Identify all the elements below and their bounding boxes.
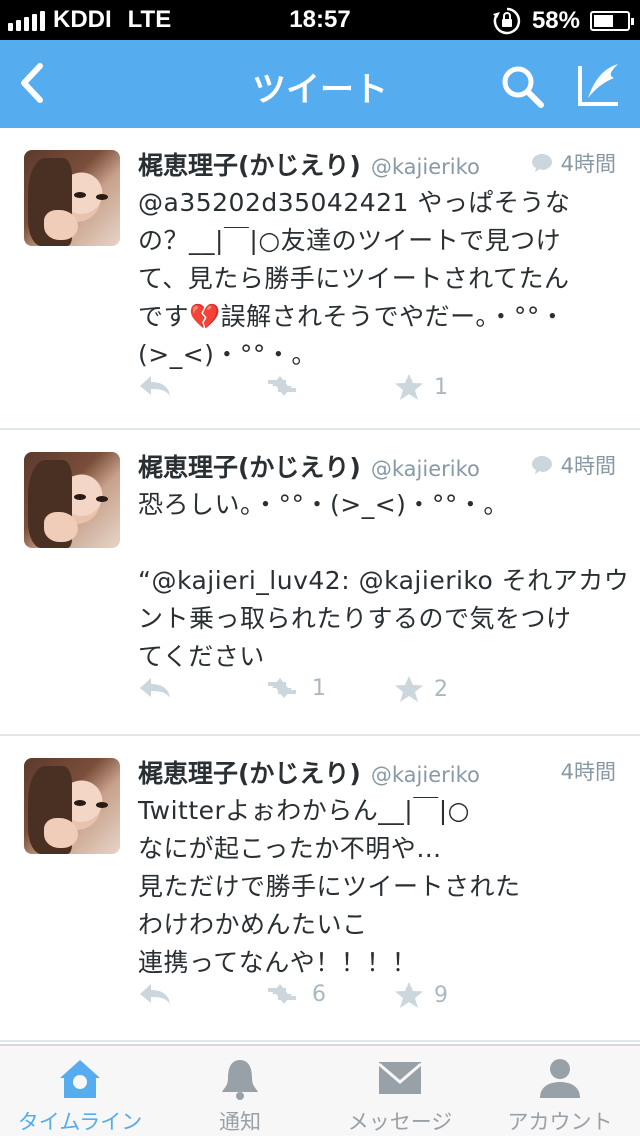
tab-bar: タイムライン 通知 メッセージ アカウント — [0, 1044, 640, 1136]
tweet-text-line — [138, 524, 618, 562]
timestamp: 4時間 — [560, 152, 616, 176]
tab-label: タイムライン — [17, 1110, 143, 1134]
avatar[interactable] — [24, 758, 120, 854]
star-icon — [395, 374, 423, 400]
reply-button[interactable] — [138, 980, 172, 1008]
author-handle[interactable]: @kajieriko — [371, 457, 480, 481]
favorite-button[interactable]: 9 — [394, 980, 448, 1010]
bell-icon — [222, 1060, 258, 1100]
tweet-actions: 1 — [138, 372, 618, 408]
search-icon — [502, 66, 544, 108]
compose-tweet-button[interactable] — [574, 60, 624, 110]
tweet-time: 4時間 — [531, 450, 616, 480]
home-icon — [60, 1060, 100, 1098]
tweet-header: 梶恵理子(かじえり) @kajieriko 4時間 — [138, 448, 616, 482]
retweet-button[interactable]: 6 — [262, 980, 326, 1008]
author-handle[interactable]: @kajieriko — [371, 763, 480, 787]
status-bar: KDDI LTE 18:57 58% — [0, 0, 640, 40]
reply-button[interactable] — [138, 372, 172, 400]
tab-label: メッセージ — [347, 1110, 453, 1134]
tweet-text-line: て、見たら勝手にツイートされてたん — [138, 264, 570, 293]
tab-timeline[interactable]: タイムライン — [0, 1046, 160, 1138]
retweet-icon — [268, 376, 296, 396]
tweet-text-line: @a35202d35042421 やっぱそうな — [138, 188, 571, 217]
tweet-text-line: 見ただけで勝手にツイートされた — [138, 872, 521, 901]
tweet-text-line: です💔誤解されそうでやだー。・°°・ — [138, 302, 566, 331]
author-name[interactable]: 梶恵理子(かじえり) — [138, 146, 361, 182]
favorite-count: 9 — [434, 982, 448, 1008]
favorite-count: 1 — [434, 374, 448, 400]
timestamp: 4時間 — [560, 454, 616, 478]
tab-notifications[interactable]: 通知 — [160, 1046, 320, 1138]
compose-icon — [578, 64, 618, 106]
author-name[interactable]: 梶恵理子(かじえり) — [138, 754, 361, 790]
author-handle[interactable]: @kajieriko — [371, 155, 480, 179]
tweet-actions: 1 2 — [138, 674, 618, 710]
chevron-left-icon — [21, 63, 43, 103]
conversation-icon — [531, 456, 552, 474]
tweet-header: 梶恵理子(かじえり) @kajieriko 4時間 — [138, 146, 616, 180]
retweet-icon — [268, 678, 296, 698]
conversation-icon — [531, 154, 552, 172]
tweet-header: 梶恵理子(かじえり) @kajieriko 4時間 — [138, 754, 616, 788]
star-icon — [395, 982, 423, 1008]
navigation-bar: ツイート — [0, 40, 640, 128]
tweet-text-line: の？__|￣|○友達のツイートで見つけ — [138, 226, 562, 255]
favorite-button[interactable]: 2 — [394, 674, 448, 704]
author-name[interactable]: 梶恵理子(かじえり) — [138, 448, 361, 484]
reply-icon — [140, 984, 170, 1004]
tweet-text-line: (>_<)・°°・。 — [138, 340, 317, 369]
tweet-time: 4時間 — [561, 756, 616, 786]
tweet-time: 4時間 — [531, 148, 616, 178]
battery-percent: 58% — [531, 7, 580, 34]
tweet[interactable]: 梶恵理子(かじえり) @kajieriko 4時間 恐ろしい。・°°・(>_<)… — [0, 430, 640, 736]
tweet-text-line: 恐ろしい。・°°・(>_<)・°°・。 — [138, 490, 509, 519]
tweet-text-line: 連携ってなんや！！！！ — [138, 948, 418, 977]
favorite-button[interactable]: 1 — [394, 372, 448, 402]
tweet-text-line: Twitterよぉわからん__|￣|○ — [138, 796, 470, 825]
retweet-count: 1 — [312, 675, 326, 701]
tweet[interactable]: 梶恵理子(かじえり) @kajieriko 4時間 Twitterよぉわからん_… — [0, 736, 640, 1042]
reply-button[interactable] — [138, 674, 172, 702]
tweet-text: 恐ろしい。・°°・(>_<)・°°・。 “@kajieri_luv42: @ka… — [138, 486, 630, 676]
timestamp: 4時間 — [560, 760, 616, 784]
retweet-button[interactable]: 1 — [262, 674, 326, 702]
back-button[interactable] — [14, 58, 54, 108]
avatar[interactable] — [24, 150, 120, 246]
battery-icon — [590, 11, 634, 31]
tab-label: 通知 — [219, 1110, 261, 1134]
avatar[interactable] — [24, 452, 120, 548]
reply-icon — [140, 678, 170, 698]
reply-icon — [140, 376, 170, 396]
tweet-text-line: てください — [138, 642, 265, 671]
tweet-text-line: わけわかめんたいこ — [138, 910, 368, 939]
tweet-text-line: “@kajieri_luv42: @kajieriko それアカウ — [138, 566, 630, 595]
retweet-count: 6 — [312, 981, 326, 1007]
retweet-icon — [268, 984, 296, 1004]
tweet-actions: 6 9 — [138, 980, 618, 1016]
tweet-text-line: なにが起こったか不明や… — [138, 834, 442, 863]
retweet-button[interactable] — [262, 372, 312, 400]
tweet-text: Twitterよぉわからん__|￣|○ なにが起こったか不明や… 見ただけで勝手にツ… — [138, 792, 618, 982]
envelope-icon — [378, 1062, 422, 1094]
star-icon — [395, 676, 423, 702]
rotation-lock-icon — [492, 7, 521, 35]
person-icon — [540, 1059, 580, 1098]
tweet-text: @a35202d35042421 やっぱそうな の？__|￣|○友達のツイートで見… — [138, 184, 618, 374]
favorite-count: 2 — [434, 676, 448, 702]
tab-label: アカウント — [507, 1110, 613, 1134]
tweet-text-line: ント乗っ取られたりするので気をつけ — [138, 604, 572, 633]
timeline[interactable]: 梶恵理子(かじえり) @kajieriko 4時間 @a35202d350424… — [0, 128, 640, 1044]
tab-account[interactable]: アカウント — [480, 1046, 640, 1138]
search-button[interactable] — [498, 62, 546, 110]
tweet[interactable]: 梶恵理子(かじえり) @kajieriko 4時間 @a35202d350424… — [0, 128, 640, 430]
tab-messages[interactable]: メッセージ — [320, 1046, 480, 1138]
